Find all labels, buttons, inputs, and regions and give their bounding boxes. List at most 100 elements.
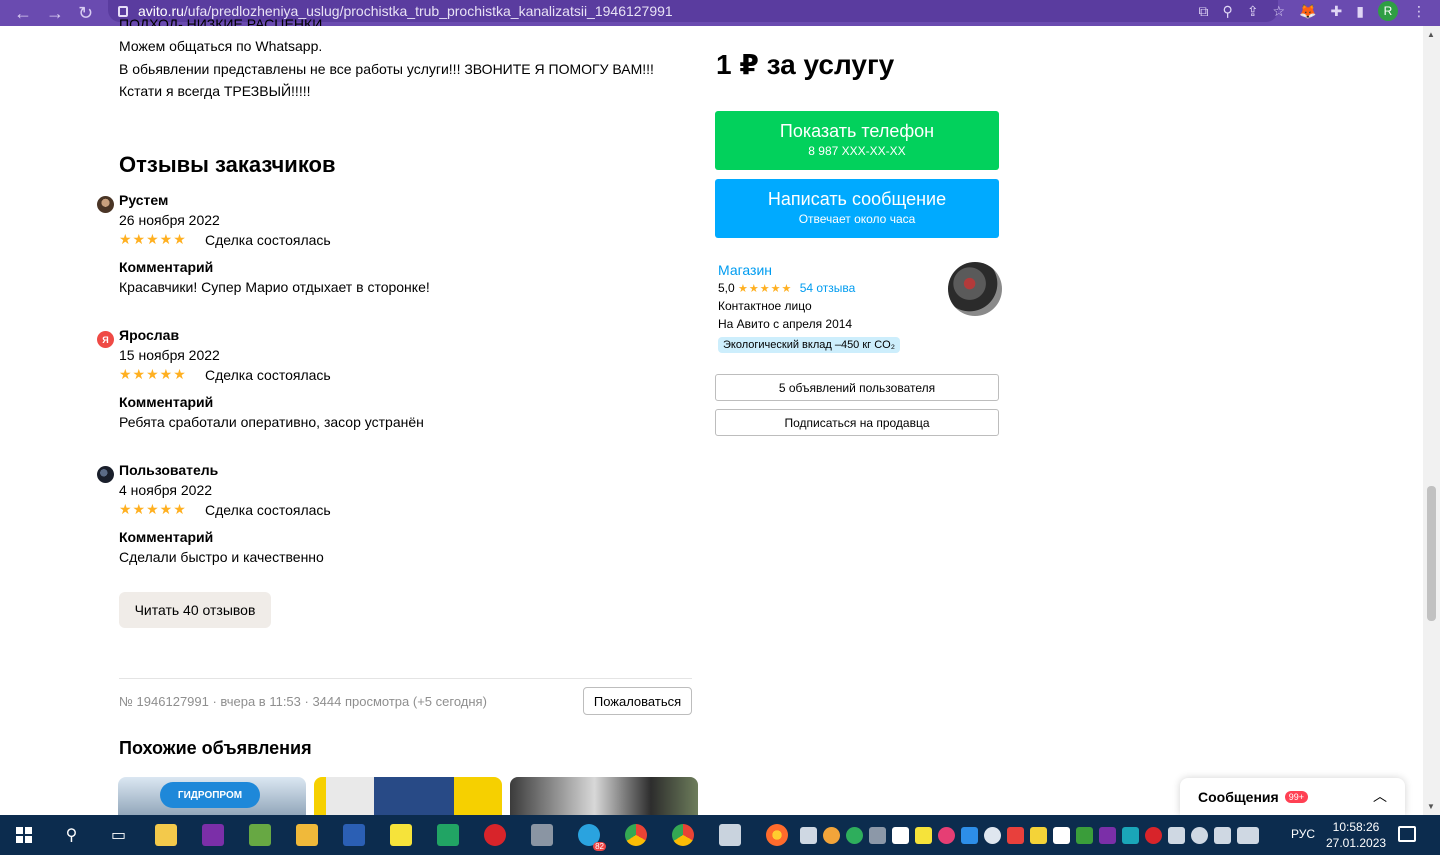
tray-notes-icon[interactable]	[915, 826, 932, 844]
word-icon[interactable]	[330, 815, 377, 855]
tray-sync-icon[interactable]	[984, 826, 1001, 844]
tray-window-icon[interactable]	[1053, 826, 1070, 844]
read-all-reviews-button[interactable]: Читать 40 отзывов	[119, 592, 271, 628]
comment-heading: Комментарий	[119, 394, 214, 410]
messages-widget[interactable]: Сообщения 99+ ︿	[1180, 778, 1405, 815]
clock[interactable]: 10:58:26 27.01.2023	[1326, 819, 1386, 851]
share-icon[interactable]: ⇪	[1247, 3, 1259, 20]
rating-stars-icon: ★★★★★	[738, 283, 793, 295]
deal-status: Сделка состоялась	[205, 502, 331, 518]
messages-badge: 99+	[1284, 790, 1308, 803]
reviewer-name[interactable]: Ярослав	[119, 327, 179, 343]
firefox-icon[interactable]	[753, 815, 800, 855]
tray-check-icon[interactable]	[1030, 826, 1047, 844]
sidebar-icon[interactable]: ▮	[1356, 3, 1364, 20]
extension-fox-icon[interactable]: 🦊	[1299, 3, 1316, 20]
price: 1 ₽ за услугу	[716, 49, 895, 80]
chrome-icon[interactable]	[612, 815, 659, 855]
similar-ad-thumbnail[interactable]	[314, 777, 502, 817]
scroll-down-icon[interactable]: ▼	[1427, 802, 1435, 811]
rating-stars-icon: ★★★★★	[119, 501, 187, 517]
tray-fx-icon[interactable]	[1122, 826, 1139, 844]
ad-meta-info: № 1946127991 · вчера в 11:53 · 3444 прос…	[119, 694, 487, 709]
seller-avatar[interactable]	[948, 262, 1002, 316]
zoom-icon[interactable]: ⚲	[1223, 3, 1233, 20]
complain-button[interactable]: Пожаловаться	[583, 687, 692, 715]
eco-badge[interactable]: Экологический вклад –450 кг CO₂	[718, 337, 901, 353]
show-phone-button[interactable]: Показать телефон 8 987 XXX-XX-XX	[715, 111, 999, 170]
telegram-icon[interactable]: 82	[565, 815, 612, 855]
sheets-icon[interactable]	[236, 815, 283, 855]
scroll-up-icon[interactable]: ▲	[1427, 30, 1435, 39]
battery-icon[interactable]	[1168, 826, 1185, 844]
rating-stars-icon: ★★★★★	[119, 231, 187, 247]
search-icon[interactable]: ⚲	[48, 815, 95, 855]
onenote-icon[interactable]	[189, 815, 236, 855]
volume-icon[interactable]	[1214, 826, 1231, 844]
bookmark-star-icon[interactable]: ☆	[1273, 3, 1286, 20]
subscribe-seller-button[interactable]: Подписаться на продавца	[715, 409, 999, 436]
show-phone-label: Показать телефон	[779, 121, 935, 141]
phone-masked: 8 987 XXX-XX-XX	[808, 144, 906, 158]
calculator-icon[interactable]	[706, 815, 753, 855]
comment-heading: Комментарий	[119, 529, 214, 545]
rating-value: 5,0	[718, 281, 735, 295]
tray-send-icon[interactable]	[800, 826, 817, 844]
write-message-button[interactable]: Написать сообщение Отвечает около часа	[715, 179, 999, 238]
scrollbar-thumb[interactable]	[1427, 486, 1436, 621]
reviewer-name[interactable]: Пользователь	[119, 462, 218, 478]
translate-icon[interactable]: ⧉	[1199, 3, 1209, 20]
tray-file-icon[interactable]	[892, 826, 909, 844]
windows-taskbar: ⚲ ▭ 82 РУС 10:58:26 27.01.2023	[0, 815, 1440, 855]
tray-onenote-icon[interactable]	[1099, 826, 1116, 844]
reviewer-name[interactable]: Рустем	[119, 192, 168, 208]
menu-dots-icon[interactable]: ⋮	[1412, 3, 1426, 20]
reviewer-avatar[interactable]: Я	[97, 331, 114, 348]
tray-shield-icon[interactable]	[846, 826, 863, 844]
folder-icon[interactable]	[283, 815, 330, 855]
wifi-icon[interactable]	[1191, 826, 1208, 844]
task-view-icon[interactable]: ▭	[95, 815, 142, 855]
windows-logo-icon	[16, 827, 32, 843]
app-icon[interactable]	[518, 815, 565, 855]
similar-ad-thumbnail[interactable]	[510, 777, 698, 817]
keyboard-icon[interactable]	[1237, 826, 1259, 844]
reviewer-avatar[interactable]	[97, 466, 114, 483]
seller-reviews-link[interactable]: 54 отзыва	[800, 281, 856, 295]
reviewer-avatar[interactable]	[97, 196, 114, 213]
chrome-profile-icon[interactable]	[659, 815, 706, 855]
rating-stars-icon: ★★★★★	[119, 366, 187, 382]
similar-ad-thumbnail[interactable]: ГИДРОПРОМ	[118, 777, 306, 817]
response-time: Отвечает около часа	[798, 212, 916, 226]
comment-heading: Комментарий	[119, 259, 214, 275]
deal-status: Сделка состоялась	[205, 367, 331, 383]
description: Можем общаться по Whatsapp. В обьявлении…	[119, 35, 654, 103]
file-explorer-icon[interactable]	[142, 815, 189, 855]
notifications-icon[interactable]	[1398, 826, 1416, 842]
reload-icon[interactable]: ↻	[78, 0, 93, 26]
extensions-puzzle-icon[interactable]: ✚	[1331, 3, 1343, 20]
lock-icon	[118, 5, 128, 17]
forward-icon[interactable]: →	[46, 0, 64, 26]
page-scrollbar[interactable]: ▲ ▼	[1423, 26, 1440, 815]
tray-network-icon[interactable]	[1076, 826, 1093, 844]
clock-time: 10:58:26	[1332, 820, 1380, 834]
chevron-up-icon[interactable]: ︿	[1373, 786, 1387, 806]
tray-yandex-icon[interactable]	[1145, 826, 1162, 844]
google-sheets-icon[interactable]	[424, 815, 471, 855]
tray-app2-icon[interactable]	[1007, 826, 1024, 844]
sticky-notes-icon[interactable]	[377, 815, 424, 855]
gidroprom-logo: ГИДРОПРОМ	[160, 782, 260, 808]
telegram-badge: 82	[593, 842, 606, 851]
comment-text: Красавчики! Супер Марио отдыхает в сторо…	[119, 279, 430, 295]
profile-avatar[interactable]: R	[1378, 1, 1398, 21]
tray-record-icon[interactable]	[938, 826, 955, 844]
yandex-browser-icon[interactable]	[471, 815, 518, 855]
tray-snip-icon[interactable]	[961, 826, 978, 844]
language-indicator[interactable]: РУС	[1291, 827, 1315, 841]
user-ads-button[interactable]: 5 объявлений пользователя	[715, 374, 999, 401]
tray-monitor-icon[interactable]	[869, 826, 886, 844]
start-button[interactable]	[0, 827, 48, 843]
back-icon[interactable]: ←	[14, 0, 32, 26]
tray-app-icon[interactable]	[823, 826, 840, 844]
